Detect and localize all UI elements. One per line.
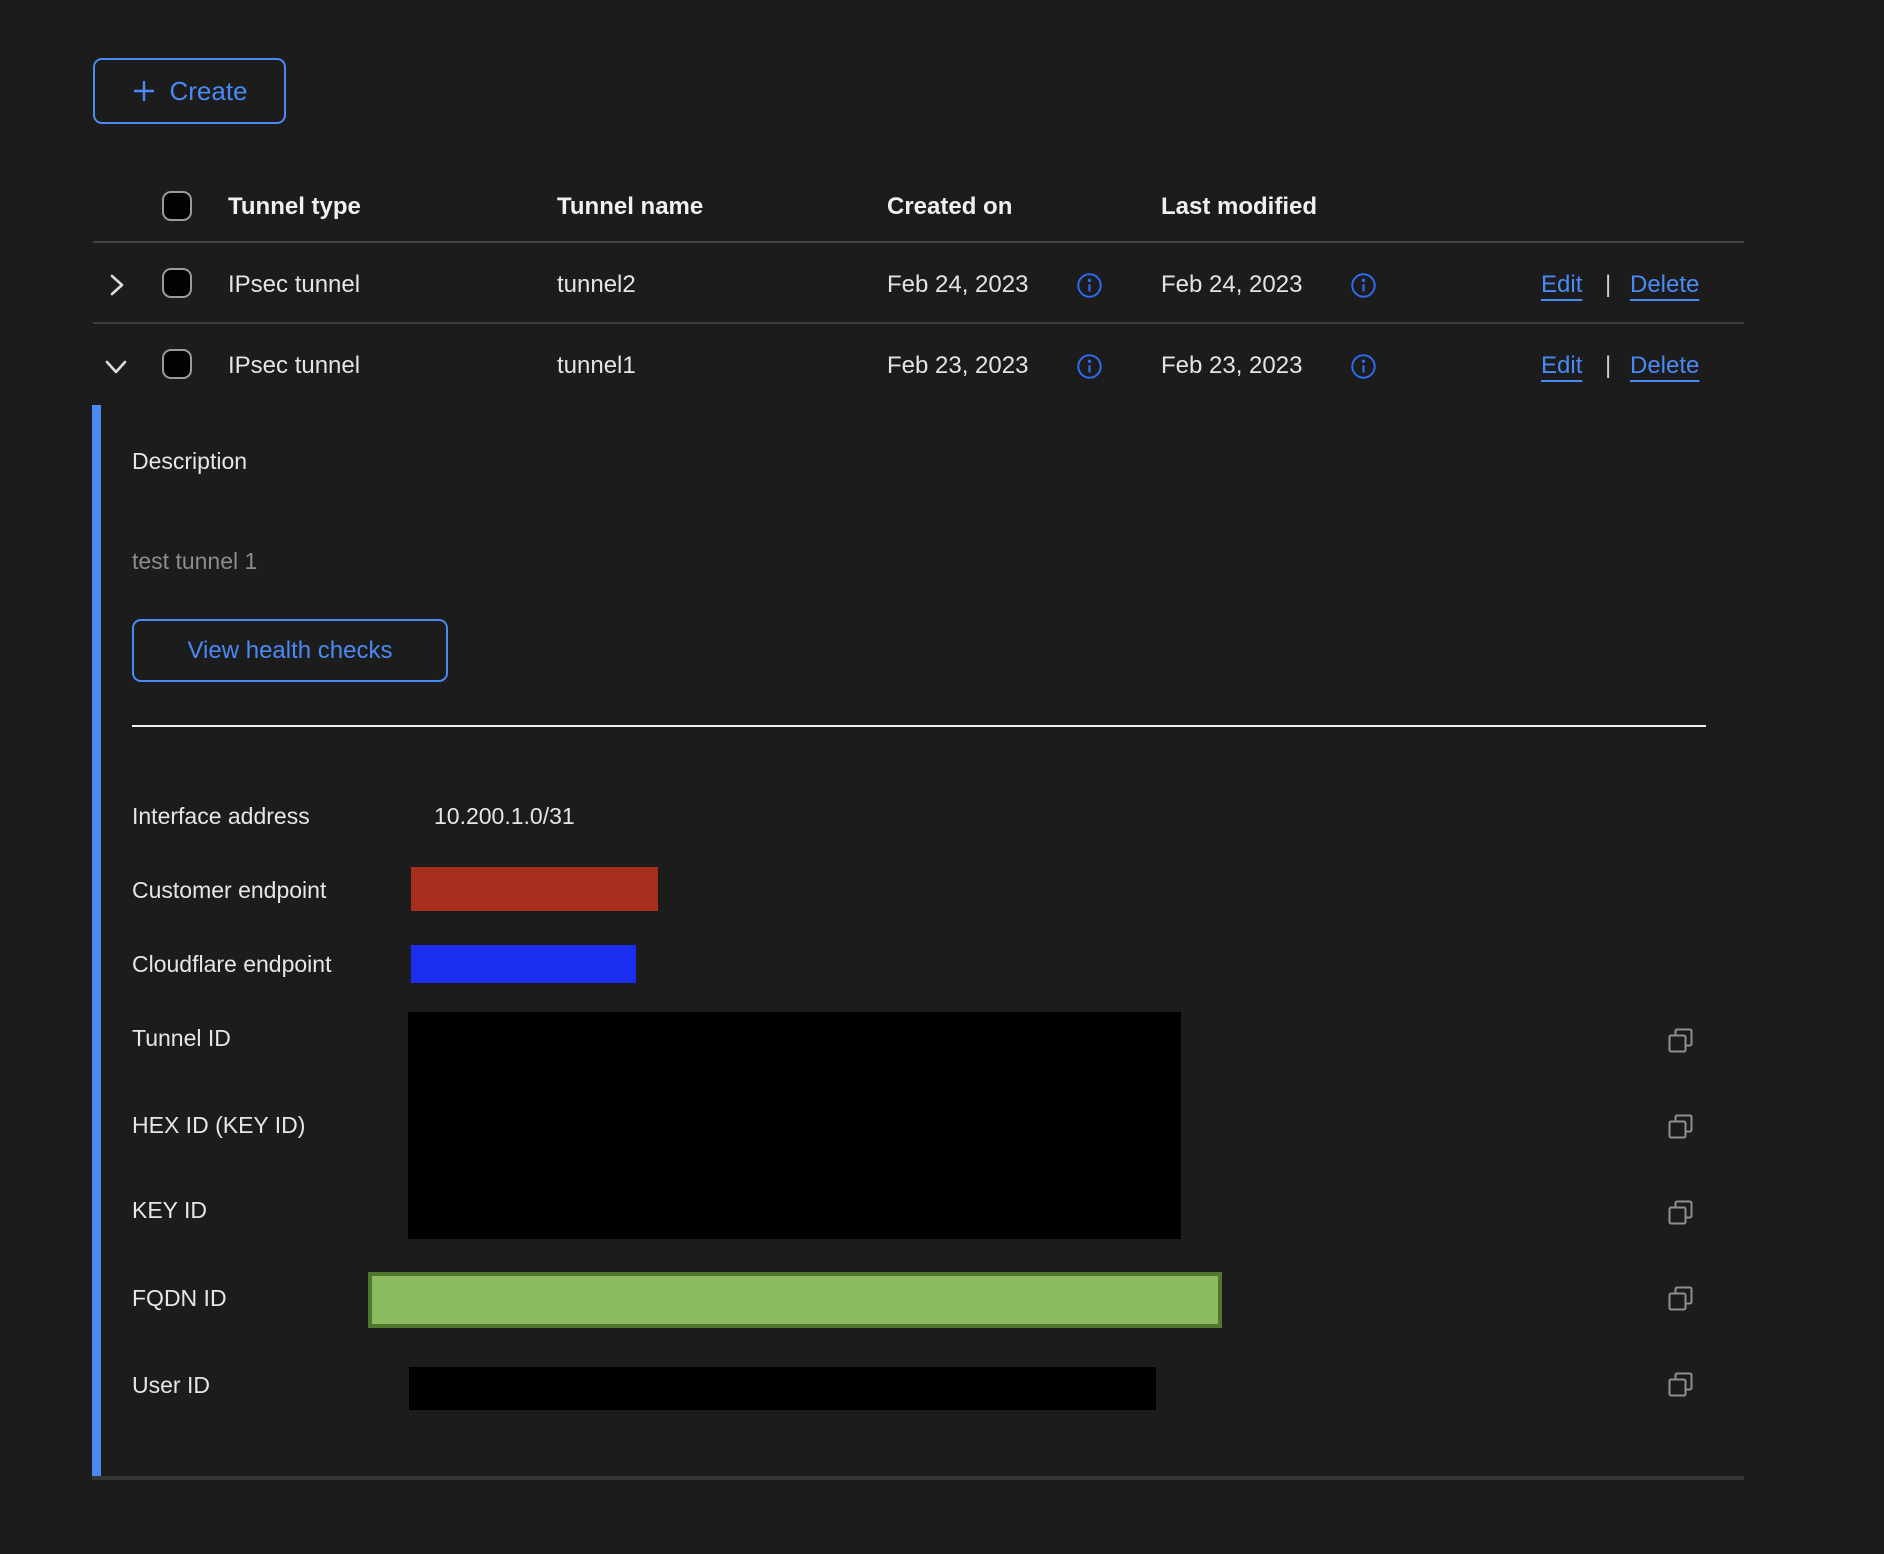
copy-icon <box>1664 1368 1698 1402</box>
header-tunnel-type: Tunnel type <box>228 193 361 221</box>
customer-endpoint-label: Customer endpoint <box>132 877 326 904</box>
row1-modified-info-icon[interactable] <box>1350 272 1377 299</box>
ipsec-tunnels-page: Create Tunnel type Tunnel name Created o… <box>0 0 1884 1554</box>
expanded-row-bottom-divider <box>92 1476 1744 1480</box>
copy-icon <box>1664 1110 1698 1144</box>
row1-last-modified: Feb 24, 2023 <box>1161 271 1302 299</box>
row2-created-info-icon[interactable] <box>1076 353 1103 380</box>
interface-address-label: Interface address <box>132 803 310 830</box>
row2-last-modified: Feb 23, 2023 <box>1161 352 1302 380</box>
description-label: Description <box>132 448 247 475</box>
row1-tunnel-name: tunnel2 <box>557 271 636 299</box>
row1-divider <box>93 322 1744 324</box>
row2-delete-link[interactable]: Delete <box>1630 352 1699 380</box>
view-health-checks-label: View health checks <box>187 637 392 665</box>
cloudflare-endpoint-redaction <box>411 945 636 983</box>
header-created-on: Created on <box>887 193 1012 221</box>
row1-created-on: Feb 24, 2023 <box>887 271 1028 299</box>
row2-action-separator: | <box>1605 352 1611 380</box>
header-tunnel-name: Tunnel name <box>557 193 703 221</box>
hex-id-label: HEX ID (KEY ID) <box>132 1112 305 1139</box>
tunnel-id-label: Tunnel ID <box>132 1025 231 1052</box>
user-id-label: User ID <box>132 1372 210 1399</box>
view-health-checks-button[interactable]: View health checks <box>132 619 448 682</box>
tunnel-hex-key-id-redaction <box>408 1012 1181 1239</box>
copy-icon <box>1664 1196 1698 1230</box>
copy-tunnel-id-button[interactable] <box>1664 1024 1698 1058</box>
row2-edit-link[interactable]: Edit <box>1541 352 1582 380</box>
customer-endpoint-redaction <box>411 867 658 911</box>
row1-checkbox[interactable] <box>162 268 192 298</box>
chevron-down-icon <box>101 351 131 381</box>
select-all-checkbox[interactable] <box>162 191 192 221</box>
row2-tunnel-type: IPsec tunnel <box>228 352 360 380</box>
row2-tunnel-name: tunnel1 <box>557 352 636 380</box>
row1-delete-link[interactable]: Delete <box>1630 271 1699 299</box>
description-value: test tunnel 1 <box>132 548 257 575</box>
row2-collapse-chevron[interactable] <box>99 349 133 383</box>
expanded-row-accent-bar <box>92 405 101 1477</box>
copy-key-id-button[interactable] <box>1664 1196 1698 1230</box>
user-id-redaction <box>409 1367 1156 1410</box>
key-id-label: KEY ID <box>132 1197 207 1224</box>
copy-hex-id-button[interactable] <box>1664 1110 1698 1144</box>
fqdn-id-redaction <box>368 1272 1222 1328</box>
row2-created-on: Feb 23, 2023 <box>887 352 1028 380</box>
row1-edit-link[interactable]: Edit <box>1541 271 1582 299</box>
chevron-right-icon <box>101 270 131 300</box>
plus-icon <box>131 78 157 104</box>
interface-address-value: 10.200.1.0/31 <box>434 803 575 830</box>
fqdn-id-label: FQDN ID <box>132 1285 227 1312</box>
detail-divider <box>132 725 1706 727</box>
row1-action-separator: | <box>1605 271 1611 299</box>
create-button[interactable]: Create <box>93 58 286 124</box>
row2-checkbox[interactable] <box>162 349 192 379</box>
copy-icon <box>1664 1024 1698 1058</box>
create-button-label: Create <box>169 76 247 107</box>
copy-icon <box>1664 1282 1698 1316</box>
row1-tunnel-type: IPsec tunnel <box>228 271 360 299</box>
cloudflare-endpoint-label: Cloudflare endpoint <box>132 951 331 978</box>
row1-created-info-icon[interactable] <box>1076 272 1103 299</box>
copy-fqdn-id-button[interactable] <box>1664 1282 1698 1316</box>
header-last-modified: Last modified <box>1161 193 1317 221</box>
row2-modified-info-icon[interactable] <box>1350 353 1377 380</box>
header-divider <box>93 241 1744 243</box>
copy-user-id-button[interactable] <box>1664 1368 1698 1402</box>
row1-expand-chevron[interactable] <box>99 268 133 302</box>
